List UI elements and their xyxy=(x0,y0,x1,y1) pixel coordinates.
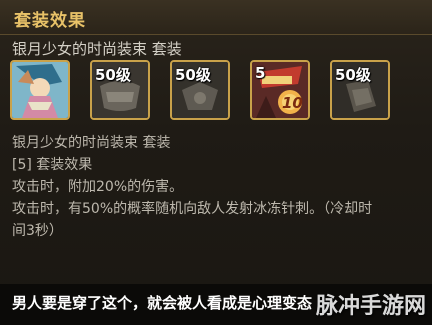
effect-2-line-1: 攻击时，有50%的概率随机向敌人发射冰冻针刺。（冷却时 xyxy=(12,201,373,217)
set-effect-panel: 套装效果 银月少女的时尚装束 套装 50级 50级 5 10 50级 银月少女的… xyxy=(0,0,432,325)
equipment-slot-5[interactable]: 50级 xyxy=(330,60,390,120)
slot-level-label: 50级 xyxy=(175,66,211,84)
set-count-label: [5] 套装效果 xyxy=(12,157,93,173)
caption-bar: 男人要是穿了这个，就会被人看成是心理变态 脉冲手游网 xyxy=(0,284,432,325)
caption-text: 男人要是穿了这个，就会被人看成是心理变态 xyxy=(12,294,313,312)
set-effect-info: 银月少女的时尚装束 套装 [5] 套装效果 攻击时，附加20%的伤害。 攻击时，… xyxy=(12,132,422,242)
slot-level-label: 5 xyxy=(255,64,266,82)
item-count-badge: 10 xyxy=(282,94,303,112)
slot-level-label: 50级 xyxy=(95,66,131,84)
character-portrait-icon xyxy=(12,62,68,118)
equipment-slot-2[interactable]: 50级 xyxy=(90,60,150,120)
equipment-slots: 50级 50级 5 10 50级 xyxy=(8,60,428,124)
panel-header: 套装效果 xyxy=(0,0,432,35)
effect-2-line-2: 间3秒） xyxy=(12,223,63,239)
equipment-slot-3[interactable]: 50级 xyxy=(170,60,230,120)
set-name: 银月少女的时尚装束 套装 xyxy=(12,135,171,151)
effect-1: 攻击时，附加20%的伤害。 xyxy=(12,179,184,195)
equipment-slot-4[interactable]: 5 10 xyxy=(250,60,310,120)
equipment-slot-1[interactable] xyxy=(10,60,70,120)
set-name-heading: 银月少女的时尚装束 套装 xyxy=(12,40,182,58)
slot-level-label: 50级 xyxy=(335,66,371,84)
panel-title: 套装效果 xyxy=(14,11,86,31)
watermark: 脉冲手游网 xyxy=(315,294,426,319)
